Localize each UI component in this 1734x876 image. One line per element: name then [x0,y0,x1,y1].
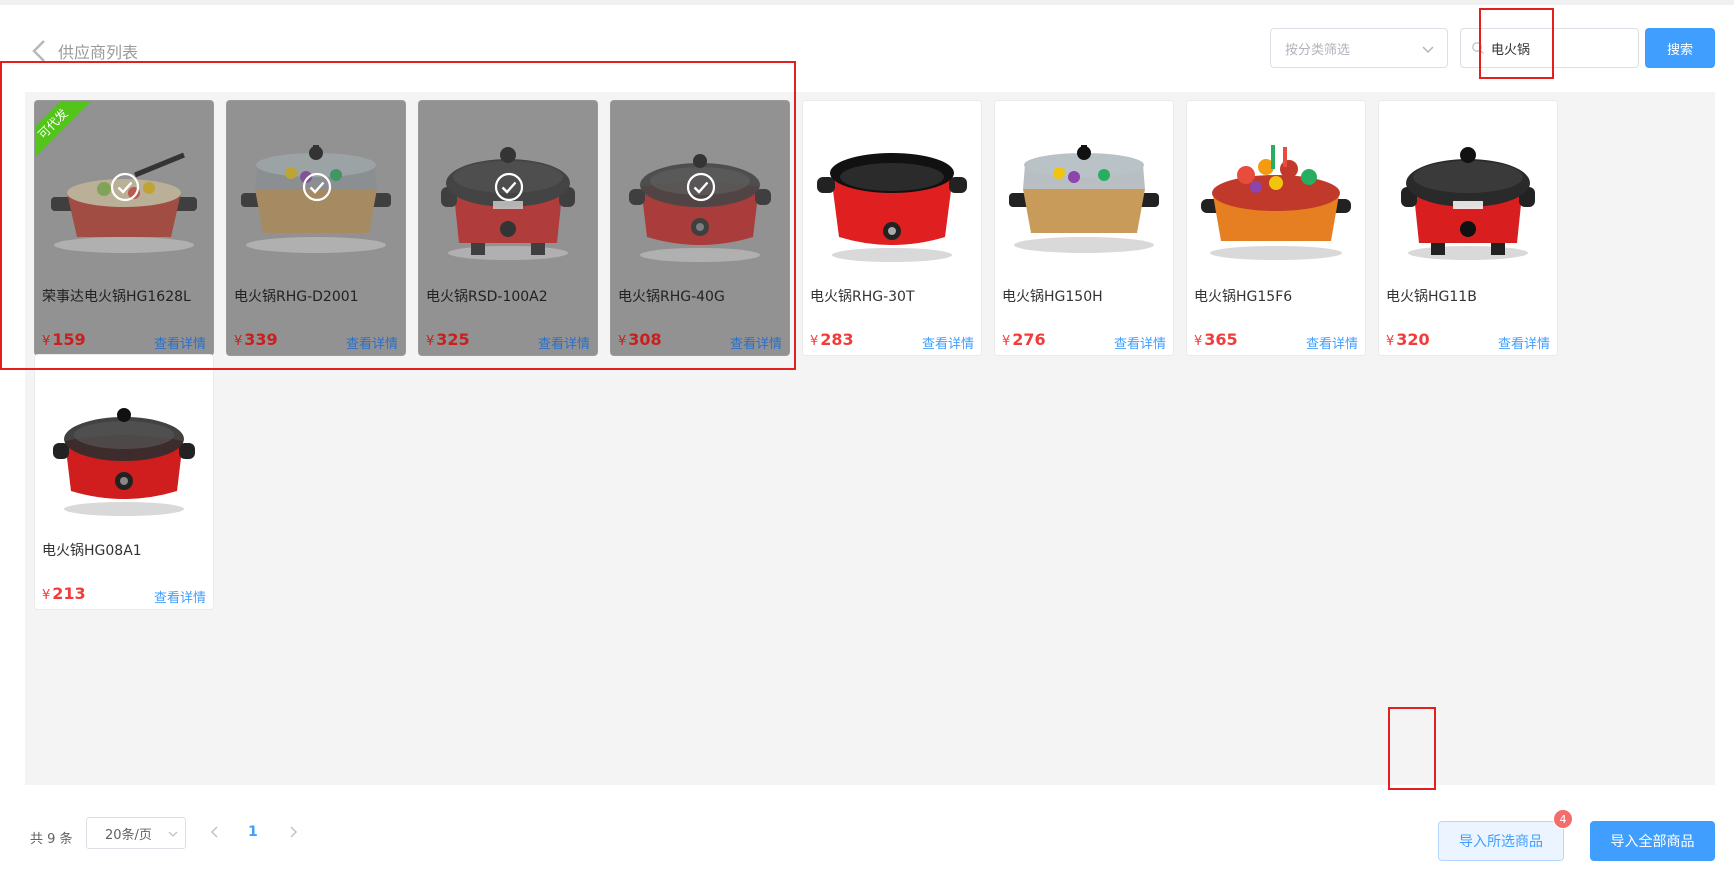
product-price: ¥213 [42,584,86,603]
product-grid: 可代发 荣事达电火锅HG1628L ¥159 查看详情 电火锅RHG-D2001… [25,92,1715,785]
back-link[interactable]: 供应商列表 [30,38,138,64]
view-detail-link[interactable]: 查看详情 [1114,333,1166,352]
view-detail-link[interactable]: 查看详情 [538,333,590,352]
checkmark-circle-icon [302,172,332,202]
page-size-value: 20条/页 [105,827,152,843]
chevron-down-icon [168,831,178,837]
price-value: 320 [1396,330,1430,349]
currency-symbol: ¥ [234,334,243,349]
price-value: 365 [1204,330,1238,349]
search-button[interactable]: 搜索 [1645,28,1715,68]
product-name: 电火锅HG11B [1386,289,1477,305]
currency-symbol: ¥ [1194,334,1203,349]
product-price: ¥320 [1386,330,1430,349]
category-placeholder: 按分类筛选 [1285,42,1351,58]
view-detail-link[interactable]: 查看详情 [730,333,782,352]
product-card[interactable]: 电火锅RHG-D2001 ¥339 查看详情 [226,100,406,356]
product-name: 电火锅RHG-40G [618,289,725,305]
total-count: 共 9 条 [30,832,73,847]
view-detail-link[interactable]: 查看详情 [154,587,206,606]
page: 供应商列表 按分类筛选 搜索 [0,5,1734,876]
page-size-select[interactable]: 20条/页 [86,817,186,849]
header: 供应商列表 按分类筛选 搜索 [0,5,1734,93]
product-card[interactable]: 电火锅HG150H ¥276 查看详情 [994,100,1174,356]
product-name: 电火锅HG15F6 [1194,289,1293,305]
checkmark-circle-icon [110,172,140,202]
product-card[interactable]: 可代发 荣事达电火锅HG1628L ¥159 查看详情 [34,100,214,356]
square-hotpot-gold-icon [999,105,1169,275]
currency-symbol: ¥ [42,334,51,349]
currency-symbol: ¥ [42,588,51,603]
next-page-icon[interactable] [286,825,300,839]
price-value: 325 [436,330,470,349]
product-price: ¥365 [1194,330,1238,349]
ribbon-label: 可代发 [35,101,93,163]
import-all-button[interactable]: 导入全部商品 [1590,821,1715,861]
view-detail-link[interactable]: 查看详情 [154,333,206,352]
product-name: 电火锅HG150H [1002,289,1103,305]
back-title: 供应商列表 [58,43,139,62]
selected-count-badge: 4 [1553,809,1573,829]
footer: 共 9 条 20条/页 1 导入所选商品 4 导入全部商品 [0,800,1734,861]
price-value: 276 [1012,330,1046,349]
product-price: ¥308 [618,330,662,349]
view-detail-link[interactable]: 查看详情 [1498,333,1550,352]
product-card[interactable]: 电火锅HG15F6 ¥365 查看详情 [1186,100,1366,356]
product-card[interactable]: 电火锅RHG-40G ¥308 查看详情 [610,100,790,356]
product-price: ¥276 [1002,330,1046,349]
price-value: 308 [628,330,662,349]
product-card[interactable]: 电火锅RHG-30T ¥283 查看详情 [802,100,982,356]
currency-symbol: ¥ [426,334,435,349]
search-icon [1472,42,1484,54]
product-name: 电火锅HG08A1 [42,543,142,559]
price-value: 213 [52,584,86,603]
search-input[interactable] [1491,40,1631,56]
page-number[interactable]: 1 [248,824,258,840]
product-price: ¥283 [810,330,854,349]
open-pot-red-icon [807,105,977,275]
round-pot-red-icon [39,359,209,529]
view-detail-link[interactable]: 查看详情 [1306,333,1358,352]
price-value: 159 [52,330,86,349]
view-detail-link[interactable]: 查看详情 [922,333,974,352]
mickey-pot-red-icon [1383,105,1553,275]
chevron-left-icon [32,40,45,62]
chevron-down-icon [1422,46,1434,54]
prev-page-icon[interactable] [208,825,222,839]
product-card[interactable]: 电火锅HG11B ¥320 查看详情 [1378,100,1558,356]
product-name: 电火锅RSD-100A2 [426,289,548,305]
currency-symbol: ¥ [810,334,819,349]
product-name: 荣事达电火锅HG1628L [42,289,191,305]
view-detail-link[interactable]: 查看详情 [346,333,398,352]
search-field[interactable] [1460,28,1639,68]
checkmark-circle-icon [686,172,716,202]
product-price: ¥339 [234,330,278,349]
product-price: ¥159 [42,330,86,349]
dropship-ribbon: 可代发 [35,101,93,163]
food-pot-orange-icon [1191,105,1361,275]
category-select[interactable]: 按分类筛选 [1270,28,1448,68]
currency-symbol: ¥ [618,334,627,349]
product-price: ¥325 [426,330,470,349]
currency-symbol: ¥ [1002,334,1011,349]
product-card[interactable]: 电火锅RSD-100A2 ¥325 查看详情 [418,100,598,356]
product-name: 电火锅RHG-D2001 [234,289,359,305]
currency-symbol: ¥ [1386,334,1395,349]
product-card[interactable]: 电火锅HG08A1 ¥213 查看详情 [34,354,214,610]
price-value: 283 [820,330,854,349]
checkmark-circle-icon [494,172,524,202]
price-value: 339 [244,330,278,349]
import-selected-button[interactable]: 导入所选商品 [1438,821,1564,861]
product-name: 电火锅RHG-30T [810,289,915,305]
